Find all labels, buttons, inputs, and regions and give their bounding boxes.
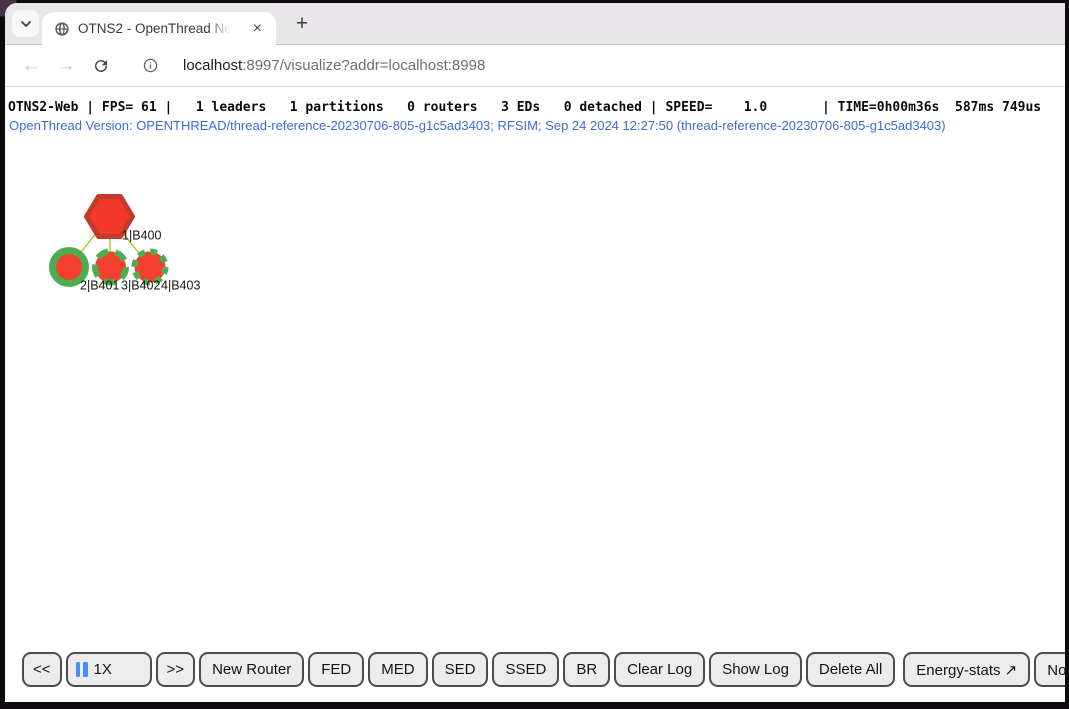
node-stats-button[interactable]: Node-stats ↗ bbox=[1034, 652, 1065, 687]
node-label: 4|B403 bbox=[161, 279, 200, 293]
window-body: OTNS2 - OpenThread Ne × + ← → localhost:… bbox=[5, 3, 1065, 702]
add-fed-button[interactable]: FED bbox=[308, 652, 364, 687]
pause-icon bbox=[76, 662, 88, 677]
url-rest: :8997/visualize?addr=localhost:8998 bbox=[242, 57, 485, 74]
speed-up-button[interactable]: >> bbox=[156, 652, 196, 687]
node-label: 3|B402 bbox=[121, 279, 160, 293]
info-icon[interactable] bbox=[138, 54, 162, 78]
tab-bar: OTNS2 - OpenThread Ne × + bbox=[5, 3, 1065, 45]
tab-overview-button[interactable] bbox=[12, 10, 39, 37]
speed-down-button[interactable]: << bbox=[22, 652, 62, 687]
pause-speed-button[interactable]: 1X bbox=[66, 652, 152, 687]
back-icon[interactable]: ← bbox=[19, 54, 43, 78]
address-bar: ← → localhost:8997/visualize?addr=localh… bbox=[5, 45, 1065, 87]
chevron-down-icon bbox=[20, 15, 32, 33]
speed-label: 1X bbox=[94, 661, 112, 678]
action-toolbar: << 1X >> New Router FED MED SED SSED BR … bbox=[22, 652, 1065, 687]
tab-title: OTNS2 - OpenThread Ne bbox=[78, 21, 230, 36]
url-field[interactable]: localhost:8997/visualize?addr=localhost:… bbox=[183, 57, 485, 74]
page-content: OTNS2-Web | FPS= 61 | 1 leaders 1 partit… bbox=[5, 87, 1065, 702]
node-label: 2|B401 bbox=[80, 279, 119, 293]
clear-log-button[interactable]: Clear Log bbox=[614, 652, 705, 687]
tab-otns2[interactable]: OTNS2 - OpenThread Ne × bbox=[42, 12, 276, 45]
add-ssed-button[interactable]: SSED bbox=[492, 652, 559, 687]
forward-icon[interactable]: → bbox=[54, 54, 78, 78]
add-sed-button[interactable]: SED bbox=[432, 652, 489, 687]
show-log-button[interactable]: Show Log bbox=[709, 652, 802, 687]
add-med-button[interactable]: MED bbox=[368, 652, 427, 687]
reload-icon[interactable] bbox=[89, 54, 113, 78]
new-tab-button[interactable]: + bbox=[288, 10, 316, 38]
energy-stats-button[interactable]: Energy-stats ↗ bbox=[903, 652, 1030, 687]
node-label: 1|B400 bbox=[122, 229, 161, 243]
new-router-button[interactable]: New Router bbox=[199, 652, 304, 687]
add-br-button[interactable]: BR bbox=[563, 652, 610, 687]
url-host: localhost bbox=[183, 57, 242, 74]
network-canvas[interactable]: 1|B400 2|B401 3|B402 4|B403 bbox=[5, 87, 1065, 647]
delete-all-button[interactable]: Delete All bbox=[806, 652, 895, 687]
globe-favicon-icon bbox=[54, 21, 70, 37]
browser-window: OTNS2 - OpenThread Ne × + ← → localhost:… bbox=[0, 0, 1069, 709]
close-tab-icon[interactable]: × bbox=[249, 19, 266, 39]
